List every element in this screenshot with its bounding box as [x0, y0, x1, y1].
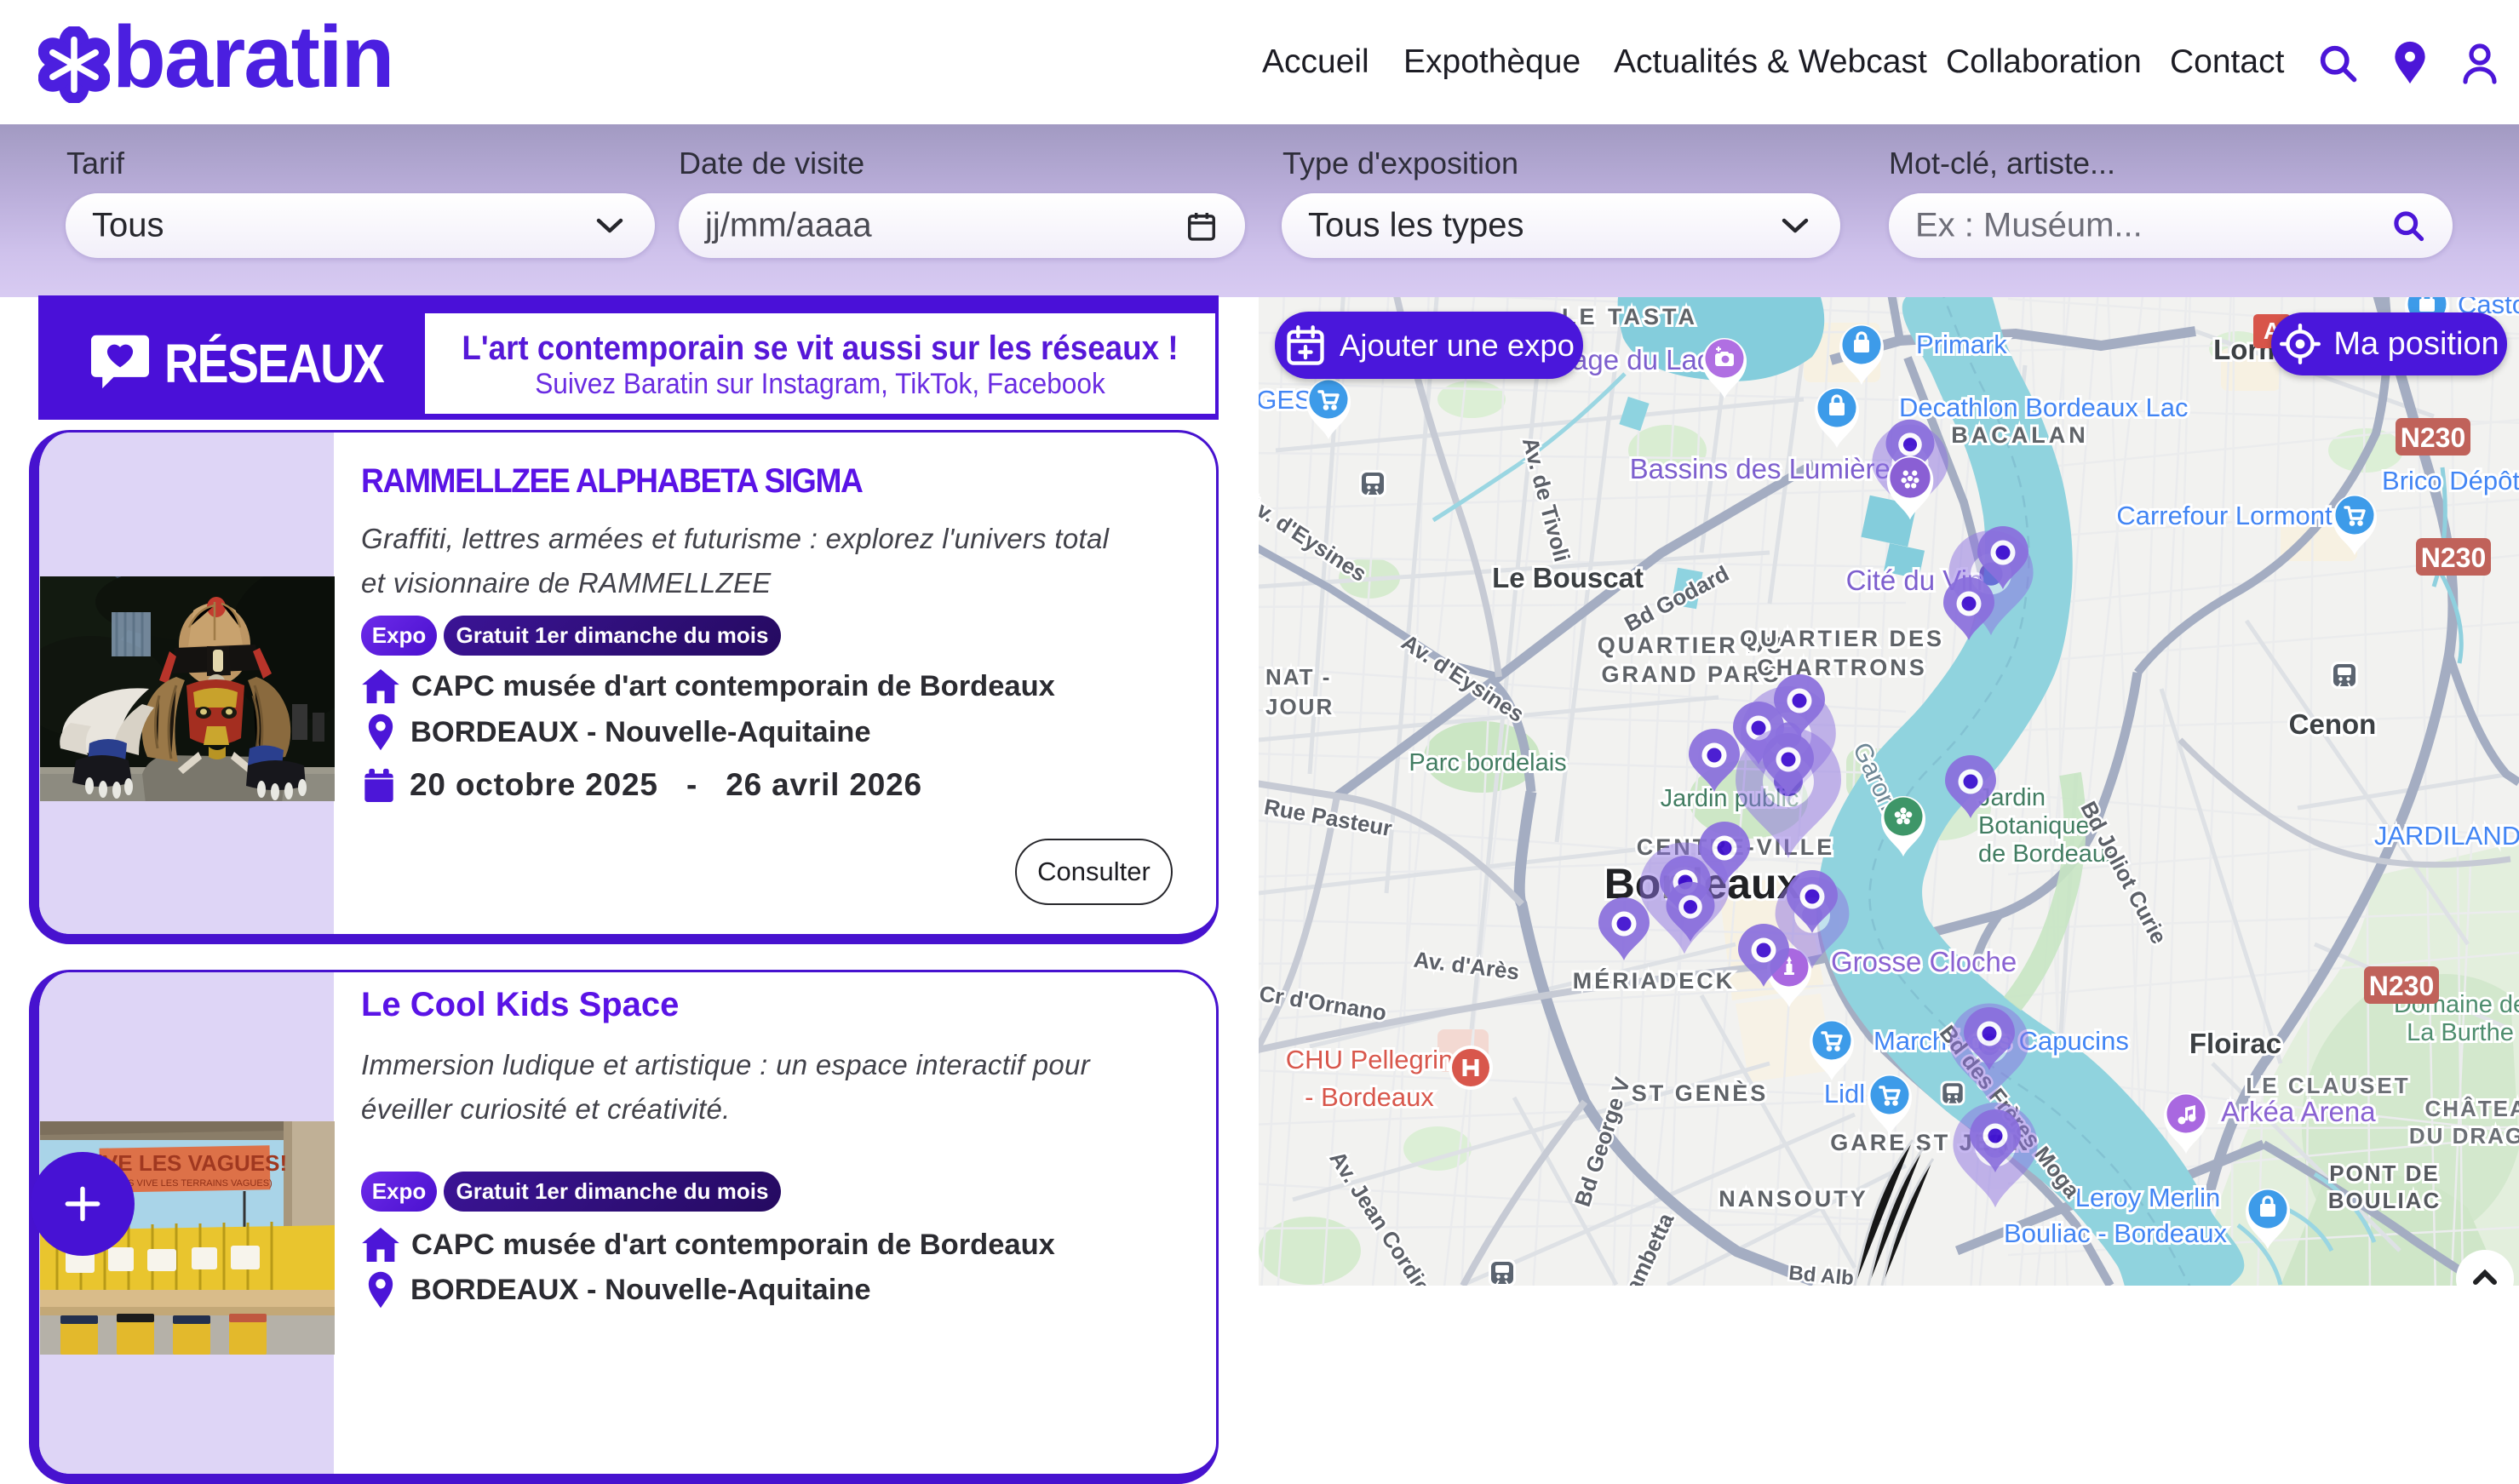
svg-text:GRAND PARC: GRAND PARC	[1602, 662, 1782, 687]
svg-text:Cenon: Cenon	[2289, 708, 2377, 740]
svg-text:Lidl: Lidl	[1824, 1079, 1865, 1109]
svg-text:DU DRAGON: DU DRAGON	[2409, 1123, 2519, 1149]
svg-text:MÉRIADECK: MÉRIADECK	[1573, 967, 1736, 994]
svg-text:JOUR: JOUR	[1265, 694, 1334, 719]
svg-text:Le Bouscat: Le Bouscat	[1492, 562, 1644, 593]
svg-text:BOULIAC: BOULIAC	[2328, 1188, 2441, 1213]
svg-text:LE TASTA: LE TASTA	[1562, 304, 1698, 329]
svg-text:Decathlon Bordeaux Lac: Decathlon Bordeaux Lac	[1899, 392, 2189, 422]
svg-text:N230: N230	[2421, 542, 2487, 573]
svg-text:PONT DE: PONT DE	[2329, 1160, 2440, 1186]
svg-text:LE CLAUSET: LE CLAUSET	[2246, 1073, 2410, 1098]
svg-text:lage du Lac: lage du Lac	[1566, 344, 1712, 375]
svg-text:BACALAN: BACALAN	[1951, 422, 2088, 448]
svg-text:CHARTRONS: CHARTRONS	[1757, 655, 1927, 680]
svg-text:CHÂTEAU: CHÂTEAU	[2424, 1096, 2519, 1121]
svg-text:La Burthe: La Burthe	[2407, 1019, 2514, 1046]
svg-text:QUARTIER DES: QUARTIER DES	[1740, 626, 1944, 651]
svg-text:NAT -: NAT -	[1265, 664, 1331, 690]
svg-text:Leroy Merlin: Leroy Merlin	[2075, 1183, 2221, 1212]
svg-text:Bouliac - Bordeaux: Bouliac - Bordeaux	[2004, 1218, 2227, 1248]
svg-text:Parc bordelais: Parc bordelais	[1409, 749, 1566, 776]
svg-text:Carrefour Lormont: Carrefour Lormont	[2116, 501, 2333, 530]
svg-text:Arkéa Arena: Arkéa Arena	[2221, 1096, 2376, 1127]
svg-text:CHU Pellegrin: CHU Pellegrin	[1286, 1045, 1453, 1074]
svg-text:N230: N230	[2401, 422, 2466, 453]
svg-text:- Bordeaux: - Bordeaux	[1305, 1082, 1434, 1112]
svg-text:Primark: Primark	[1916, 329, 2007, 359]
svg-text:ST GENÈS: ST GENÈS	[1632, 1080, 1769, 1106]
svg-text:N230: N230	[2369, 971, 2435, 1001]
svg-text:NANSOUTY: NANSOUTY	[1719, 1186, 1868, 1212]
svg-text:Brico Dépôt: Brico Dépôt	[2382, 466, 2519, 496]
svg-text:Grosse Cloche: Grosse Cloche	[1831, 946, 2017, 977]
svg-text:JARDILAND: JARDILAND	[2374, 821, 2519, 851]
svg-text:Floirac: Floirac	[2189, 1028, 2281, 1059]
svg-text:Bassins des Lumières: Bassins des Lumières	[1630, 453, 1905, 484]
svg-text:GES: GES	[1259, 385, 1312, 415]
svg-text:Botanique: Botanique	[1978, 812, 2090, 839]
